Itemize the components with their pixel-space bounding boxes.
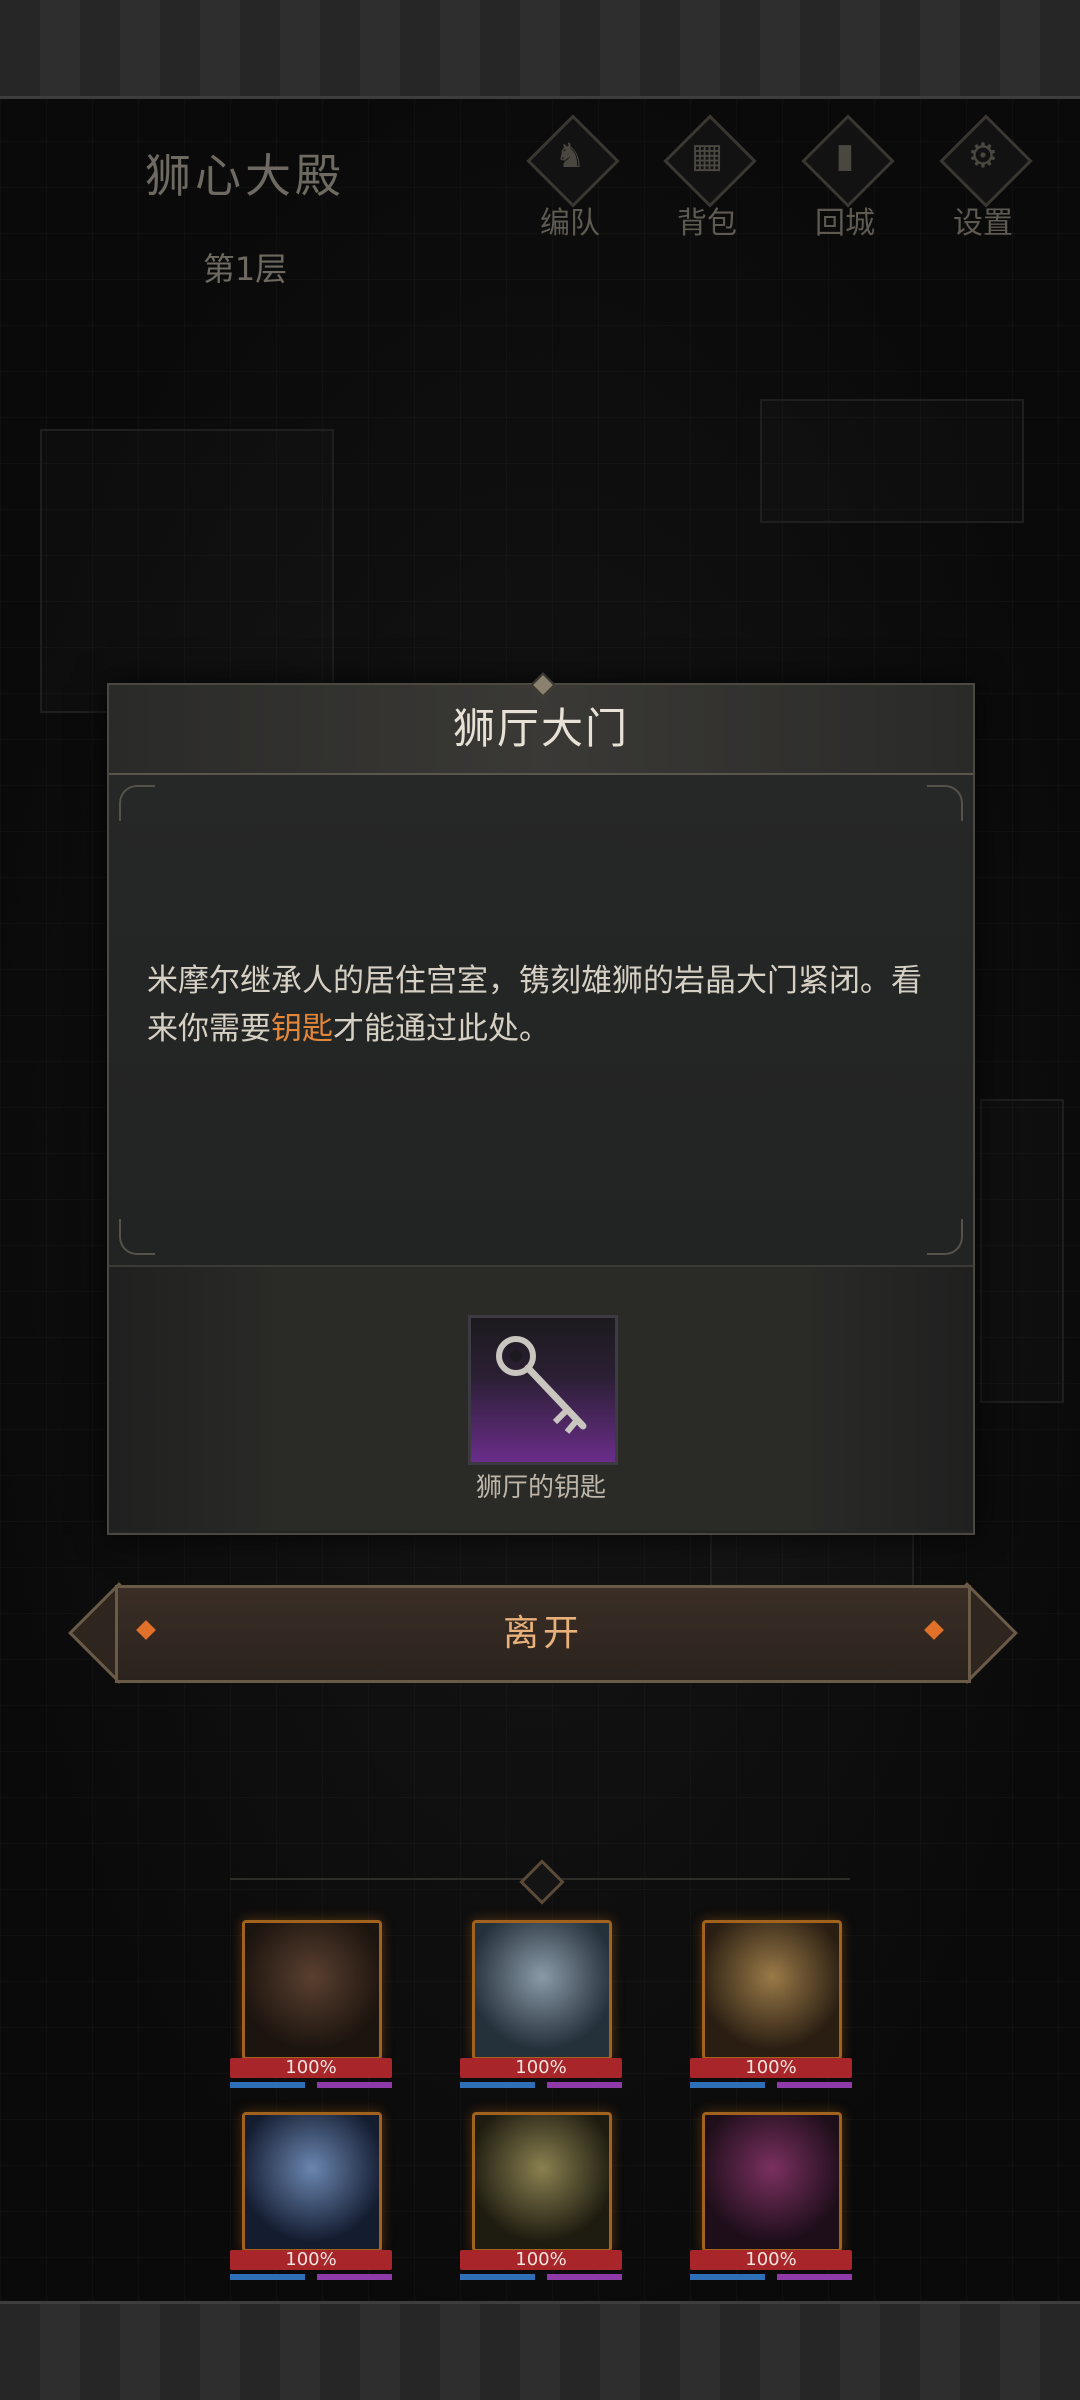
hero-card[interactable]: 100% (230, 1920, 400, 2090)
dialog-title: 狮厅大门 (109, 685, 973, 775)
mana-bar (690, 2274, 765, 2280)
mana-bar (460, 2274, 535, 2280)
settings-label: 设置 (953, 206, 1013, 241)
mana-bar (460, 2082, 535, 2088)
bottom-frame (0, 2301, 1080, 2400)
hero-resource-bars (230, 2274, 392, 2280)
required-items: 狮厅的钥匙 (109, 1267, 973, 1531)
description-text: 才能通过此处。 (333, 1011, 550, 1047)
mana-bar (690, 2082, 765, 2088)
backpack-icon: ▦ (690, 136, 724, 176)
hero-card[interactable]: 100% (230, 2112, 400, 2282)
hero-resource-bars (230, 2082, 392, 2088)
gear-icon: ⚙ (967, 136, 999, 176)
key-icon (496, 1336, 587, 1434)
hero-card[interactable]: 100% (690, 2112, 860, 2282)
hero-resource-bars (690, 2082, 852, 2088)
dialog-description: 米摩尔继承人的居住宫室，镌刻雄狮的岩晶大门紧闭。看来你需要钥匙才能通过此处。 (147, 957, 947, 1053)
map-room (760, 399, 1024, 523)
helmet-icon: ♞ (554, 136, 586, 176)
hero-hp-bar: 100% (690, 2250, 852, 2270)
hero-hp-bar: 100% (230, 2058, 392, 2078)
settings-button[interactable]: ⚙ 设置 (923, 114, 1043, 241)
energy-bar (777, 2082, 852, 2088)
corner-ornament (927, 1219, 963, 1255)
event-dialog: 狮厅大门 米摩尔继承人的居住宫室，镌刻雄狮的岩晶大门紧闭。看来你需要钥匙才能通过… (107, 672, 975, 1535)
item-slot[interactable] (468, 1315, 618, 1465)
top-nav: ♞ 编队 ▦ 背包 ▮ 回城 ⚙ 设置 (510, 114, 1070, 250)
hero-portrait (472, 1920, 612, 2060)
map-room (40, 429, 334, 713)
hero-hp-bar: 100% (230, 2250, 392, 2270)
hero-card[interactable]: 100% (690, 1920, 860, 2090)
return-town-button[interactable]: ▮ 回城 (785, 114, 905, 241)
hero-resource-bars (460, 2082, 622, 2088)
location-header: 狮心大殿 第1层 (95, 120, 395, 300)
team-button[interactable]: ♞ 编队 (510, 114, 630, 241)
energy-bar (777, 2274, 852, 2280)
hero-portrait (702, 2112, 842, 2252)
hero-hp-bar: 100% (690, 2058, 852, 2078)
energy-bar (547, 2082, 622, 2088)
energy-bar (547, 2274, 622, 2280)
hero-card[interactable]: 100% (460, 1920, 630, 2090)
corner-ornament (119, 1219, 155, 1255)
energy-bar (317, 2082, 392, 2088)
floor-label: 第1层 (202, 250, 288, 288)
team-label: 编队 (540, 206, 600, 241)
hero-resource-bars (460, 2274, 622, 2280)
hero-hp-bar: 100% (460, 2058, 622, 2078)
leave-button[interactable]: 离开 (115, 1585, 971, 1683)
map-room (980, 1099, 1064, 1403)
location-name: 狮心大殿 (145, 149, 345, 203)
description-highlight: 钥匙 (271, 1011, 333, 1047)
hero-card[interactable]: 100% (460, 2112, 630, 2282)
backpack-label: 背包 (677, 206, 737, 241)
mana-bar (230, 2274, 305, 2280)
top-frame (0, 0, 1080, 99)
return-town-label: 回城 (815, 206, 875, 241)
dialog-body: 米摩尔继承人的居住宫室，镌刻雄狮的岩晶大门紧闭。看来你需要钥匙才能通过此处。 (109, 775, 973, 1267)
item-name: 狮厅的钥匙 (475, 1473, 606, 1503)
energy-bar (317, 2274, 392, 2280)
hero-hp-bar: 100% (460, 2250, 622, 2270)
mana-bar (230, 2082, 305, 2088)
hero-portrait (702, 1920, 842, 2060)
hero-resource-bars (690, 2274, 852, 2280)
hero-portrait (242, 1920, 382, 2060)
backpack-button[interactable]: ▦ 背包 (647, 114, 767, 241)
door-exit-icon: ▮ (835, 136, 855, 176)
corner-ornament (927, 785, 963, 821)
hero-portrait (242, 2112, 382, 2252)
corner-ornament (119, 785, 155, 821)
hero-portrait (472, 2112, 612, 2252)
